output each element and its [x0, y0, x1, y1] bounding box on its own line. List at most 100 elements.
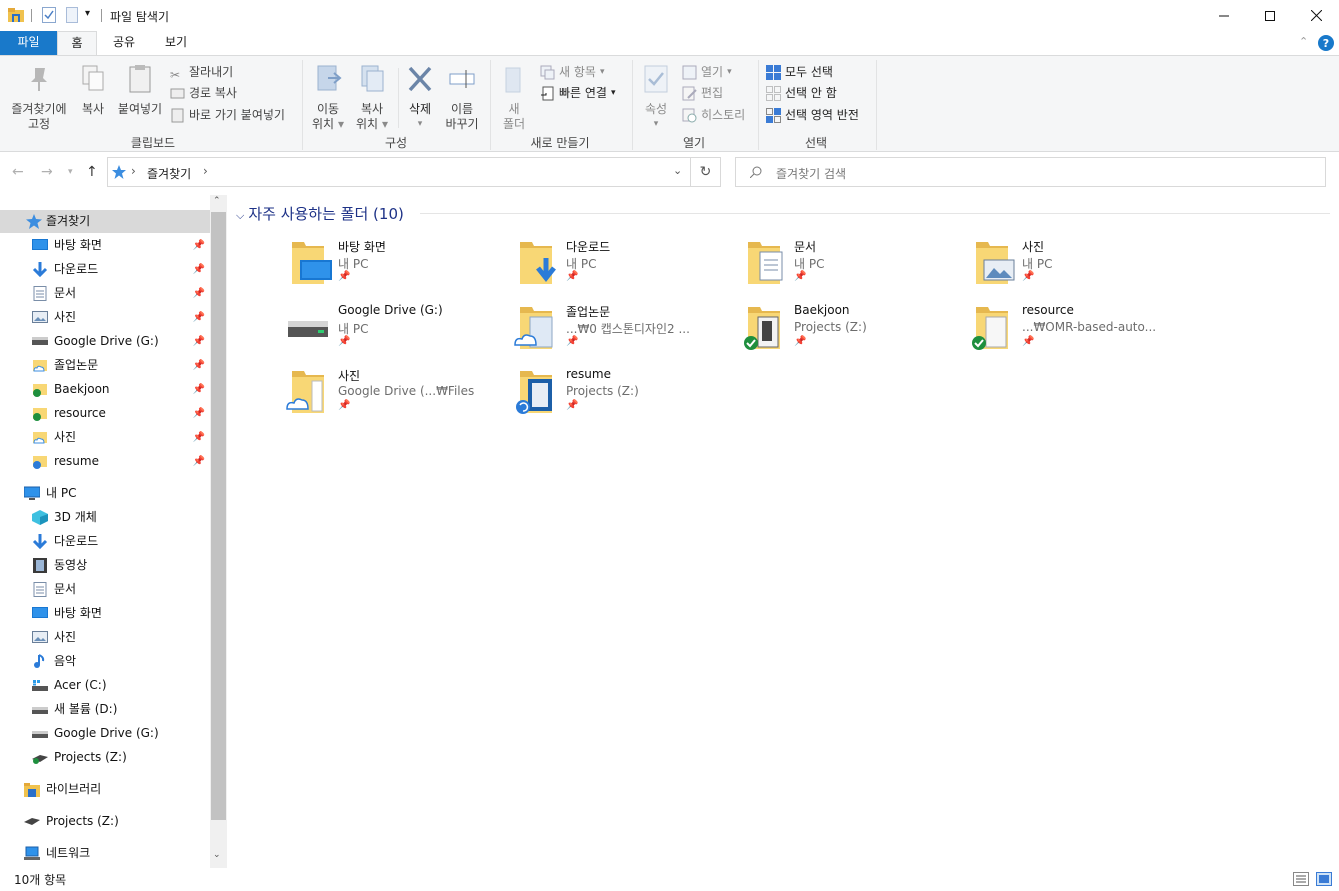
copy-to-button[interactable]: 복사 위치 ▾ — [352, 64, 392, 132]
nav-quick-item[interactable]: resource 📌 — [0, 402, 210, 425]
tab-view[interactable]: 보기 — [151, 31, 201, 55]
nav-pc-item[interactable]: Google Drive (G:) — [0, 722, 210, 745]
close-button[interactable] — [1293, 0, 1339, 31]
delete-button[interactable]: 삭제 ▾ — [403, 64, 437, 132]
nav-quick-item[interactable]: 사진 📌 — [0, 426, 210, 449]
paste-label: 붙여넣기 — [117, 102, 163, 116]
new-folder-quick-icon[interactable] — [66, 7, 78, 23]
nav-pc-item[interactable]: 다운로드 — [0, 530, 210, 553]
tile-location: ...₩0 캡스톤디자인2 ... — [566, 322, 690, 336]
large-icons-view-icon[interactable] — [1316, 872, 1332, 886]
nav-pc-item[interactable]: 문서 — [0, 578, 210, 601]
folder-tile[interactable]: 문서 내 PC 📌 — [740, 238, 968, 300]
recent-locations-chevron-icon[interactable]: ▾ — [68, 167, 73, 177]
nav-quick-item[interactable]: 졸업논문 📌 — [0, 354, 210, 377]
nav-quick-item[interactable]: resume 📌 — [0, 450, 210, 473]
nav-pc-item[interactable]: 사진 — [0, 626, 210, 649]
refresh-button[interactable]: ↻ — [691, 157, 721, 187]
nav-pc-item[interactable]: 새 볼륨 (D:) — [0, 698, 210, 721]
nav-pc-item[interactable]: 동영상 — [0, 554, 210, 577]
nav-item-label: Baekjoon — [54, 382, 110, 396]
cloud-folder-icon — [514, 307, 553, 349]
breadcrumb-chevron-icon[interactable]: › — [131, 164, 136, 178]
nav-pc-item[interactable]: Projects (Z:) — [0, 746, 210, 769]
back-arrow-icon[interactable]: ← — [12, 164, 24, 180]
copy-icon — [82, 65, 104, 91]
history-button[interactable]: 히스토리 — [682, 105, 745, 125]
nav-pc-item[interactable]: 음악 — [0, 650, 210, 673]
pin-to-quick-access-button[interactable]: 즐겨찾기에 고정 — [6, 64, 72, 132]
nav-quick-item[interactable]: 다운로드 📌 — [0, 258, 210, 281]
nav-quick-item[interactable]: 바탕 화면 📌 — [0, 234, 210, 257]
collapse-ribbon-icon[interactable]: ⌃ — [1299, 35, 1308, 48]
tile-name: 다운로드 — [566, 240, 611, 254]
tab-home[interactable]: 홈 — [57, 31, 97, 55]
nav-item-label: Google Drive (G:) — [54, 334, 159, 348]
easy-access-button[interactable]: 빠른 연결 ▾ — [540, 83, 616, 103]
details-view-icon[interactable] — [1293, 872, 1309, 886]
delete-dropdown-icon[interactable]: ▾ — [403, 117, 437, 132]
address-bar[interactable]: › 즐겨찾기 › ⌄ — [107, 157, 691, 187]
nav-projects[interactable]: Projects (Z:) — [0, 810, 210, 833]
new-folder-button[interactable]: 새 폴더 — [496, 64, 532, 132]
properties-dropdown-icon[interactable]: ▾ — [638, 117, 674, 132]
paste-button[interactable]: 붙여넣기 — [114, 64, 166, 117]
folder-tile[interactable]: 다운로드 내 PC 📌 — [512, 238, 740, 300]
nav-libraries[interactable]: 라이브러리 — [0, 778, 210, 801]
minimize-button[interactable] — [1201, 0, 1247, 31]
nav-quick-item[interactable]: 문서 📌 — [0, 282, 210, 305]
folder-tile[interactable]: 사진 내 PC 📌 — [968, 238, 1196, 300]
cut-button[interactable]: ✂ 잘라내기 — [170, 62, 233, 82]
nav-this-pc[interactable]: 내 PC — [0, 482, 210, 505]
folder-tile[interactable]: 바탕 화면 내 PC 📌 — [284, 238, 512, 300]
folder-tile[interactable]: Google Drive (G:) 내 PC 📌 — [284, 303, 512, 365]
nav-quick-access[interactable]: 즐겨찾기 — [0, 210, 210, 233]
copy-button[interactable]: 복사 — [76, 64, 110, 117]
file-explorer-icon[interactable] — [8, 8, 24, 22]
collapse-chevron-icon[interactable]: ⌵ — [236, 209, 244, 222]
address-dropdown-icon[interactable]: ⌄ — [673, 164, 682, 177]
breadcrumb-quick-access[interactable]: 즐겨찾기 — [147, 165, 191, 182]
nav-pc-item[interactable]: 3D 개체 — [0, 506, 210, 529]
properties-quick-icon[interactable] — [42, 7, 56, 23]
rename-button[interactable]: 이름 바꾸기 — [442, 64, 482, 132]
desktop-icon — [32, 607, 48, 618]
select-all-button[interactable]: 모두 선택 — [766, 62, 833, 82]
folder-tile[interactable]: 사진 Google Drive (...₩Files 📌 — [284, 367, 512, 429]
frequent-folders-header[interactable]: ⌵ 자주 사용하는 폴더 (10) — [236, 203, 404, 224]
forward-arrow-icon[interactable]: → — [41, 164, 53, 180]
search-box[interactable]: 즐겨찾기 검색 — [735, 157, 1326, 187]
folder-tile[interactable]: resource ...₩OMR-based-auto... 📌 — [968, 303, 1196, 365]
folder-tile[interactable]: 졸업논문 ...₩0 캡스톤디자인2 ... 📌 — [512, 303, 740, 365]
properties-button[interactable]: 속성 ▾ — [638, 64, 674, 132]
tab-file[interactable]: 파일 — [0, 31, 57, 55]
edit-button[interactable]: 편집 — [682, 83, 723, 103]
nav-item-label: 사진 — [54, 310, 77, 324]
paste-shortcut-button[interactable]: 바로 가기 붙여넣기 — [170, 105, 285, 125]
folder-tile[interactable]: Baekjoon Projects (Z:) 📌 — [740, 303, 968, 365]
tab-share[interactable]: 공유 — [99, 31, 149, 55]
quick-access-toolbar-dropdown-icon[interactable]: ▾ — [85, 8, 90, 19]
nav-quick-item[interactable]: Baekjoon 📌 — [0, 378, 210, 401]
scroll-down-icon[interactable]: ⌄ — [213, 850, 221, 860]
copy-to-label-2: 위치 ▾ — [356, 117, 388, 131]
breadcrumb-chevron-icon-2[interactable]: › — [203, 164, 208, 178]
scroll-up-icon[interactable]: ⌃ — [213, 196, 221, 206]
nav-network[interactable]: 네트워크 — [0, 842, 210, 865]
open-button[interactable]: 열기 ▾ — [682, 62, 732, 82]
select-none-button[interactable]: 선택 안 함 — [766, 83, 837, 103]
nav-pc-item[interactable]: 바탕 화면 — [0, 602, 210, 625]
invert-selection-button[interactable]: 선택 영역 반전 — [766, 105, 859, 125]
nav-quick-item[interactable]: 사진 📌 — [0, 306, 210, 329]
copy-path-button[interactable]: 경로 복사 — [170, 83, 237, 103]
folder-tile[interactable]: resume Projects (Z:) 📌 — [512, 367, 740, 429]
up-arrow-icon[interactable]: ↑ — [86, 164, 98, 180]
maximize-button[interactable] — [1247, 0, 1293, 31]
nav-pc-item[interactable]: Acer (C:) — [0, 674, 210, 697]
invert-selection-icon — [766, 107, 781, 123]
nav-scroll-thumb[interactable] — [211, 212, 226, 820]
help-icon[interactable]: ? — [1318, 35, 1334, 51]
move-to-button[interactable]: 이동 위치 ▾ — [308, 64, 348, 132]
new-item-button[interactable]: 새 항목 ▾ — [540, 62, 604, 82]
nav-quick-item[interactable]: Google Drive (G:) 📌 — [0, 330, 210, 353]
